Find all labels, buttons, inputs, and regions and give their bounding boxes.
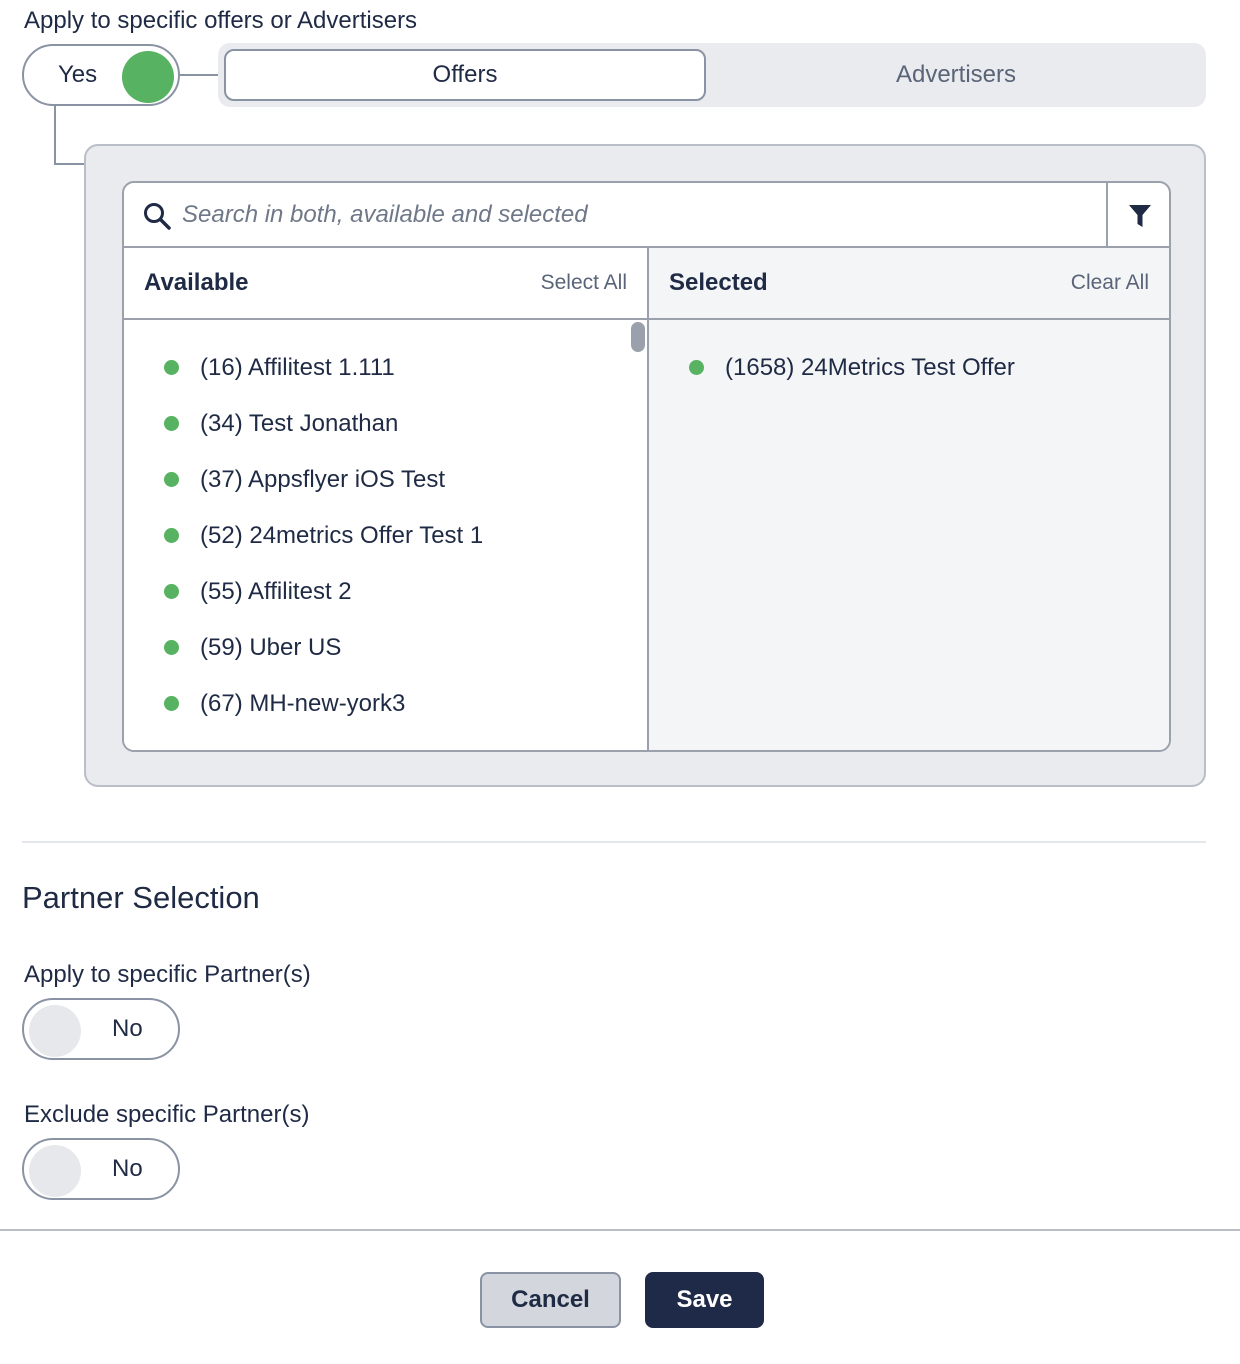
list-item[interactable]: (37) Appsflyer iOS Test — [124, 452, 647, 508]
list-item-label: (1658) 24Metrics Test Offer — [725, 354, 1015, 381]
status-dot — [689, 360, 704, 375]
list-item[interactable]: (52) 24metrics Offer Test 1 — [124, 508, 647, 564]
exclude-partners-label: Exclude specific Partner(s) — [24, 1101, 310, 1128]
save-button[interactable]: Save — [645, 1272, 764, 1328]
status-dot — [164, 696, 179, 711]
status-dot — [164, 528, 179, 543]
search-row — [124, 183, 1169, 248]
list-item-label: (59) Uber US — [200, 634, 342, 661]
offer-picker-panel: Available Select All (16) Affilitest 1.1… — [84, 144, 1206, 787]
offers-toggle-label: Yes — [58, 61, 98, 88]
connector-line — [54, 163, 86, 165]
list-item[interactable]: (1658) 24Metrics Test Offer — [649, 340, 1169, 396]
apply-partners-toggle[interactable]: No — [22, 998, 180, 1060]
scrollbar-thumb[interactable] — [631, 322, 645, 352]
exclude-partners-toggle[interactable]: No — [22, 1138, 180, 1200]
toggle-knob — [29, 1145, 81, 1197]
status-dot — [164, 360, 179, 375]
exclude-partners-toggle-label: No — [112, 1155, 143, 1182]
list-item[interactable]: (16) Affilitest 1.111 — [124, 340, 647, 396]
status-dot — [164, 472, 179, 487]
toggle-knob — [29, 1005, 81, 1057]
selected-column: Selected Clear All (1658) 24Metrics Test… — [647, 248, 1169, 750]
list-item[interactable]: (55) Affilitest 2 — [124, 564, 647, 620]
filter-button[interactable] — [1106, 183, 1169, 248]
toggle-knob — [122, 51, 174, 103]
filter-icon — [1129, 205, 1151, 227]
list-item-label: (16) Affilitest 1.111 — [200, 354, 395, 381]
connector-line — [180, 74, 220, 76]
partner-selection-title: Partner Selection — [22, 880, 260, 915]
list-item-label: (37) Appsflyer iOS Test — [200, 466, 445, 493]
list-item-label: (34) Test Jonathan — [200, 410, 399, 437]
search-icon — [142, 201, 172, 231]
status-dot — [164, 584, 179, 599]
select-all-button[interactable]: Select All — [541, 248, 627, 318]
offers-toggle[interactable]: Yes — [22, 44, 180, 106]
selected-header: Selected Clear All — [649, 248, 1169, 320]
tab-advertisers[interactable]: Advertisers — [712, 49, 1200, 101]
connector-line — [54, 106, 56, 164]
selected-list: (1658) 24Metrics Test Offer — [649, 320, 1169, 750]
list-item[interactable]: (67) MH-new-york3 — [124, 676, 647, 732]
list-item-label: (52) 24metrics Offer Test 1 — [200, 522, 484, 549]
search-input[interactable] — [182, 191, 1082, 239]
apply-partners-label: Apply to specific Partner(s) — [24, 961, 311, 988]
dual-list-picker: Available Select All (16) Affilitest 1.1… — [122, 181, 1171, 752]
cancel-button[interactable]: Cancel — [480, 1272, 621, 1328]
apply-partners-toggle-label: No — [112, 1015, 143, 1042]
status-dot — [164, 416, 179, 431]
available-header: Available Select All — [124, 248, 647, 320]
list-item[interactable]: (59) Uber US — [124, 620, 647, 676]
selected-title: Selected — [669, 269, 768, 296]
list-item[interactable]: (34) Test Jonathan — [124, 396, 647, 452]
available-column: Available Select All (16) Affilitest 1.1… — [124, 248, 647, 750]
list-item-label: (67) MH-new-york3 — [200, 690, 406, 717]
available-list: (16) Affilitest 1.111 (34) Test Jonathan… — [124, 320, 647, 750]
tab-offers[interactable]: Offers — [224, 49, 706, 101]
footer-divider — [0, 1229, 1240, 1231]
clear-all-button[interactable]: Clear All — [1071, 248, 1149, 318]
list-item-label: (55) Affilitest 2 — [200, 578, 352, 605]
offers-advertisers-tabs: Offers Advertisers — [218, 43, 1206, 107]
section-divider — [22, 841, 1206, 843]
offers-advertisers-label: Apply to specific offers or Advertisers — [24, 7, 418, 34]
available-title: Available — [144, 269, 249, 296]
status-dot — [164, 640, 179, 655]
